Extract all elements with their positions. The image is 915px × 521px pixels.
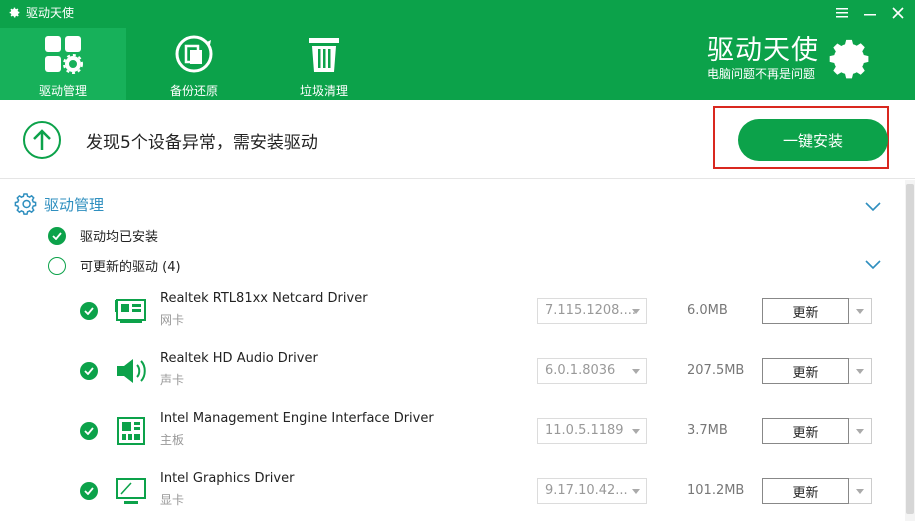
dropdown-arrow-icon: [632, 489, 640, 494]
driver-row: Realtek RTL81xx Netcard Driver 网卡 7.115.…: [0, 291, 895, 351]
update-button[interactable]: 更新: [762, 358, 849, 384]
driver-size: 6.0MB: [687, 303, 728, 318]
driver-type: 网卡: [160, 313, 185, 327]
driver-type: 主板: [160, 433, 185, 447]
alert-message: 发现5个设备异常，需安装驱动: [86, 133, 318, 153]
updatable-group-row[interactable]: 可更新的驱动 (4): [48, 256, 181, 275]
dropdown-arrow-icon: [856, 429, 864, 434]
dropdown-arrow-icon: [632, 369, 640, 374]
up-arrow-circle-icon: [23, 121, 61, 159]
nav-trash-clean[interactable]: 垃圾清理: [262, 28, 386, 100]
gear-icon: [829, 39, 869, 79]
driver-manage-icon: [45, 36, 83, 74]
minimize-icon: [864, 14, 876, 16]
minimize-button[interactable]: [859, 4, 881, 22]
driver-type: 声卡: [160, 373, 185, 387]
nav-backup-restore[interactable]: 备份还原: [126, 28, 262, 100]
window-controls: [831, 4, 909, 22]
version-select[interactable]: 9.17.10.42...: [537, 478, 647, 504]
settings-gear-icon: [14, 193, 37, 215]
motherboard-icon: [117, 417, 145, 445]
update-options-dropdown[interactable]: [849, 358, 872, 384]
select-all-checkbox[interactable]: [48, 256, 66, 275]
section-title: 驱动管理: [44, 195, 105, 214]
app-header: 驱动天使 驱动管理 备份还原 垃圾清理 驱动天使 电脑问题不再是问题: [0, 0, 915, 100]
driver-type: 显卡: [160, 493, 185, 507]
app-logo-icon: [9, 7, 20, 18]
brand-subtitle: 电脑问题不再是问题: [707, 67, 816, 81]
chevron-down-icon[interactable]: [865, 260, 881, 270]
nav-driver-manage[interactable]: 驱动管理: [0, 28, 126, 100]
close-button[interactable]: [887, 4, 909, 22]
version-value: 7.115.1208....: [545, 303, 636, 318]
menu-button[interactable]: [831, 4, 853, 22]
driver-size: 3.7MB: [687, 423, 728, 438]
version-value: 11.0.5.1189: [545, 423, 624, 438]
vertical-scrollbar[interactable]: [905, 180, 915, 521]
version-select[interactable]: 11.0.5.1189: [537, 418, 647, 444]
driver-name: Realtek HD Audio Driver: [160, 351, 318, 366]
dropdown-arrow-icon: [856, 489, 864, 494]
chevron-down-icon[interactable]: [865, 202, 881, 212]
version-select[interactable]: 7.115.1208....: [537, 298, 647, 324]
nav-label: 驱动管理: [38, 84, 87, 98]
brand: 驱动天使 电脑问题不再是问题: [707, 36, 873, 82]
speaker-icon: [117, 359, 146, 383]
nav-label: 备份还原: [169, 84, 218, 98]
dropdown-arrow-icon: [632, 429, 640, 434]
dropdown-arrow-icon: [856, 369, 864, 374]
window-title: 驱动天使: [8, 3, 74, 21]
driver-checkbox[interactable]: [80, 422, 98, 440]
trash-icon: [309, 38, 339, 72]
updatable-label: 可更新的驱动 (4): [80, 260, 181, 275]
check-icon: [48, 226, 66, 245]
brand-title: 驱动天使: [707, 35, 819, 66]
main-nav: 驱动管理 备份还原 垃圾清理: [0, 28, 386, 100]
driver-row: Realtek HD Audio Driver 声卡 6.0.1.8036 20…: [0, 351, 895, 411]
driver-name: Intel Graphics Driver: [160, 471, 295, 486]
update-button[interactable]: 更新: [762, 298, 849, 324]
installed-status-row: 驱动均已安装: [48, 226, 158, 245]
scrollbar-thumb[interactable]: [906, 184, 914, 514]
update-options-dropdown[interactable]: [849, 478, 872, 504]
update-options-dropdown[interactable]: [849, 418, 872, 444]
nav-label: 垃圾清理: [299, 84, 348, 98]
driver-checkbox[interactable]: [80, 362, 98, 380]
driver-name: Intel Management Engine Interface Driver: [160, 411, 434, 426]
driver-name: Realtek RTL81xx Netcard Driver: [160, 291, 368, 306]
update-button[interactable]: 更新: [762, 418, 849, 444]
version-select[interactable]: 6.0.1.8036: [537, 358, 647, 384]
alert-bar: 发现5个设备异常，需安装驱动 一键安装: [0, 100, 915, 179]
driver-size: 207.5MB: [687, 363, 745, 378]
installed-label: 驱动均已安装: [80, 230, 159, 245]
window-title-text: 驱动天使: [26, 5, 75, 20]
version-value: 6.0.1.8036: [545, 363, 616, 378]
driver-row: Intel Management Engine Interface Driver…: [0, 411, 895, 471]
driver-checkbox[interactable]: [80, 302, 98, 320]
one-click-install-button[interactable]: 一键安装: [738, 119, 888, 161]
backup-restore-icon: [175, 35, 213, 73]
driver-row: Intel Graphics Driver 显卡 9.17.10.42... 1…: [0, 471, 895, 521]
section-driver-manage[interactable]: 驱动管理: [14, 192, 104, 216]
monitor-icon: [116, 478, 146, 504]
driver-list-panel: 驱动管理 驱动均已安装 可更新的驱动 (4) Realtek RTL81xx N…: [0, 180, 915, 521]
dropdown-arrow-icon: [632, 309, 640, 314]
close-icon: [892, 7, 904, 19]
version-value: 9.17.10.42...: [545, 483, 628, 498]
dropdown-arrow-icon: [856, 309, 864, 314]
driver-size: 101.2MB: [687, 483, 745, 498]
update-options-dropdown[interactable]: [849, 298, 872, 324]
driver-checkbox[interactable]: [80, 482, 98, 500]
update-button[interactable]: 更新: [762, 478, 849, 504]
network-card-icon: [115, 299, 146, 323]
menu-icon: [836, 8, 848, 18]
